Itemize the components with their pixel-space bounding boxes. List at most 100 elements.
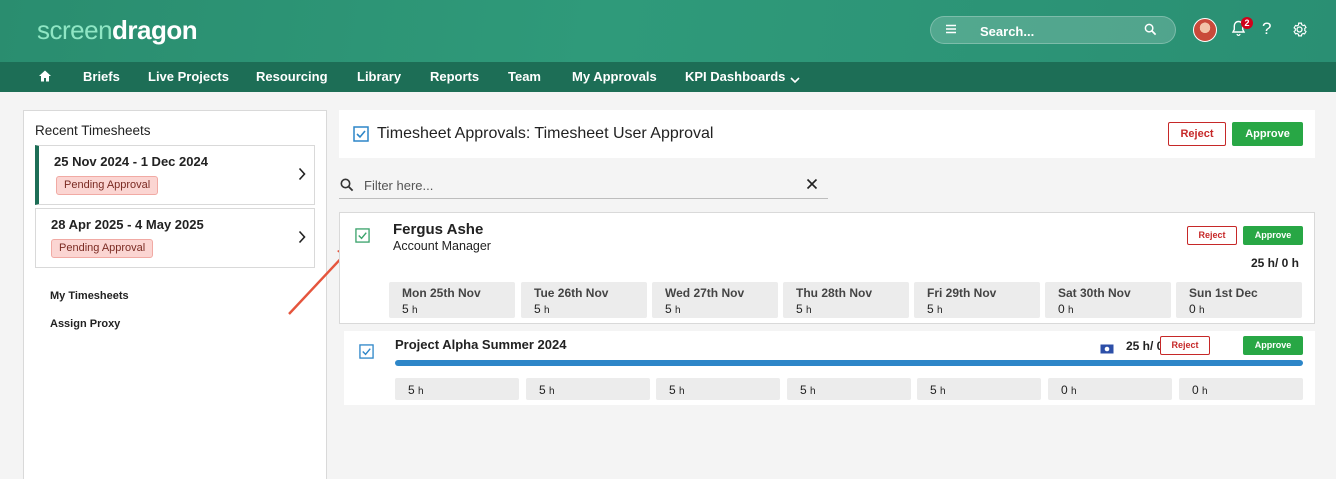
- status-badge: Pending Approval: [51, 239, 154, 258]
- notification-badge: 2: [1241, 17, 1253, 29]
- hours-unit: h: [940, 386, 946, 397]
- day-cell: Sat 30th Nov 0 h: [1045, 282, 1171, 318]
- project-day-cell: 0 h: [1179, 378, 1303, 400]
- nav-team[interactable]: Team: [508, 69, 541, 84]
- hours-unit: h: [1071, 386, 1077, 397]
- day-cell: Wed 27th Nov 5 h: [652, 282, 778, 318]
- filter-input[interactable]: Filter here...: [364, 178, 433, 193]
- project-day-cell: 0 h: [1048, 378, 1172, 400]
- hours-value: 5: [665, 302, 672, 316]
- hours-total: 25 h/ 0 h: [1250, 256, 1299, 270]
- day-hours: 5 h: [796, 302, 812, 316]
- nav-live-projects[interactable]: Live Projects: [148, 69, 229, 84]
- screendragon-logo[interactable]: screendragon: [37, 15, 198, 46]
- approve-button[interactable]: Approve: [1243, 336, 1303, 355]
- hours-value: 5: [930, 383, 937, 397]
- nav-reports[interactable]: Reports: [430, 69, 479, 84]
- day-hours: 5 h: [408, 383, 424, 397]
- project-name: Project Alpha Summer 2024: [395, 337, 567, 352]
- day-label: Mon 25th Nov: [402, 286, 481, 300]
- project-day-cell: 5 h: [656, 378, 780, 400]
- day-hours: 0 h: [1058, 302, 1074, 316]
- project-day-cell: 5 h: [917, 378, 1041, 400]
- my-timesheets-link[interactable]: My Timesheets: [50, 290, 129, 302]
- home-icon[interactable]: [38, 69, 52, 88]
- project-approval-card: Project Alpha Summer 2024 25 h/ 0 h Reje…: [344, 331, 1315, 405]
- chevron-down-icon[interactable]: [790, 71, 800, 89]
- search-placeholder[interactable]: Search...: [980, 24, 1034, 39]
- day-hours: 5 h: [665, 302, 681, 316]
- hours-unit: h: [806, 305, 812, 316]
- user-avatar[interactable]: [1193, 18, 1217, 42]
- day-cell: Fri 29th Nov 5 h: [914, 282, 1040, 318]
- day-label: Sun 1st Dec: [1189, 286, 1258, 300]
- hours-value: 5: [669, 383, 676, 397]
- hours-value: 5: [927, 302, 934, 316]
- reject-all-button[interactable]: Reject: [1168, 122, 1226, 146]
- user-role: Account Manager: [393, 239, 491, 253]
- approvals-header: Timesheet Approvals: Timesheet User Appr…: [339, 110, 1315, 158]
- project-day-cell: 5 h: [395, 378, 519, 400]
- nav-resourcing[interactable]: Resourcing: [256, 69, 328, 84]
- timesheet-card[interactable]: 25 Nov 2024 - 1 Dec 2024 Pending Approva…: [35, 145, 315, 205]
- day-cell: Tue 26th Nov 5 h: [521, 282, 647, 318]
- hours-unit: h: [675, 305, 681, 316]
- hours-unit: h: [1199, 305, 1205, 316]
- hours-value: 0: [1192, 383, 1199, 397]
- day-hours: 5 h: [927, 302, 943, 316]
- filter-field[interactable]: Filter here...: [339, 170, 828, 199]
- day-label: Fri 29th Nov: [927, 286, 997, 300]
- money-icon: [1100, 341, 1114, 359]
- day-hours: 0 h: [1192, 383, 1208, 397]
- approve-button[interactable]: Approve: [1243, 226, 1303, 245]
- hours-value: 0: [1189, 302, 1196, 316]
- checkbox-icon[interactable]: [359, 344, 374, 364]
- approve-all-button[interactable]: Approve: [1232, 122, 1303, 146]
- assign-proxy-link[interactable]: Assign Proxy: [50, 318, 120, 330]
- hours-unit: h: [418, 386, 424, 397]
- main-nav: Briefs Live Projects Resourcing Library …: [0, 62, 1336, 92]
- day-hours: 0 h: [1189, 302, 1205, 316]
- search-icon: [340, 178, 354, 197]
- hours-unit: h: [679, 386, 685, 397]
- search-icon[interactable]: [1144, 23, 1157, 41]
- day-hours: 5 h: [539, 383, 555, 397]
- project-day-cell: 5 h: [787, 378, 911, 400]
- hours-value: 5: [800, 383, 807, 397]
- nav-my-approvals[interactable]: My Approvals: [572, 69, 657, 84]
- hours-unit: h: [549, 386, 555, 397]
- day-hours: 5 h: [402, 302, 418, 316]
- top-header: screendragon Search... 2 ?: [0, 0, 1336, 62]
- logo-part-screen: screen: [37, 15, 113, 45]
- project-day-cell: 5 h: [526, 378, 650, 400]
- checkbox-icon[interactable]: [353, 126, 369, 147]
- day-hours: 5 h: [534, 302, 550, 316]
- hours-unit: h: [937, 305, 943, 316]
- global-search[interactable]: Search...: [930, 16, 1176, 44]
- nav-kpi-dashboards[interactable]: KPI Dashboards: [685, 69, 785, 84]
- day-hours: 5 h: [930, 383, 946, 397]
- menu-icon[interactable]: [945, 23, 959, 37]
- timesheet-range: 25 Nov 2024 - 1 Dec 2024: [54, 154, 208, 169]
- recent-timesheets-title: Recent Timesheets: [35, 123, 151, 138]
- day-hours: 5 h: [669, 383, 685, 397]
- day-label: Thu 28th Nov: [796, 286, 873, 300]
- help-icon[interactable]: ?: [1262, 19, 1271, 39]
- checkbox-icon[interactable]: [355, 228, 370, 248]
- recent-timesheets-panel: Recent Timesheets 25 Nov 2024 - 1 Dec 20…: [23, 110, 327, 479]
- gear-icon[interactable]: [1291, 21, 1308, 43]
- day-cell: Mon 25th Nov 5 h: [389, 282, 515, 318]
- page-title: Timesheet Approvals: Timesheet User Appr…: [377, 125, 714, 142]
- hours-value: 5: [402, 302, 409, 316]
- hours-value: 5: [408, 383, 415, 397]
- reject-button[interactable]: Reject: [1160, 336, 1210, 355]
- chevron-right-icon[interactable]: [298, 167, 306, 186]
- timesheet-range: 28 Apr 2025 - 4 May 2025: [51, 217, 204, 232]
- close-icon[interactable]: [806, 177, 818, 195]
- hours-unit: h: [1068, 305, 1074, 316]
- timesheet-card[interactable]: 28 Apr 2025 - 4 May 2025 Pending Approva…: [35, 208, 315, 268]
- reject-button[interactable]: Reject: [1187, 226, 1237, 245]
- nav-library[interactable]: Library: [357, 69, 401, 84]
- day-cell: Thu 28th Nov 5 h: [783, 282, 909, 318]
- nav-briefs[interactable]: Briefs: [83, 69, 120, 84]
